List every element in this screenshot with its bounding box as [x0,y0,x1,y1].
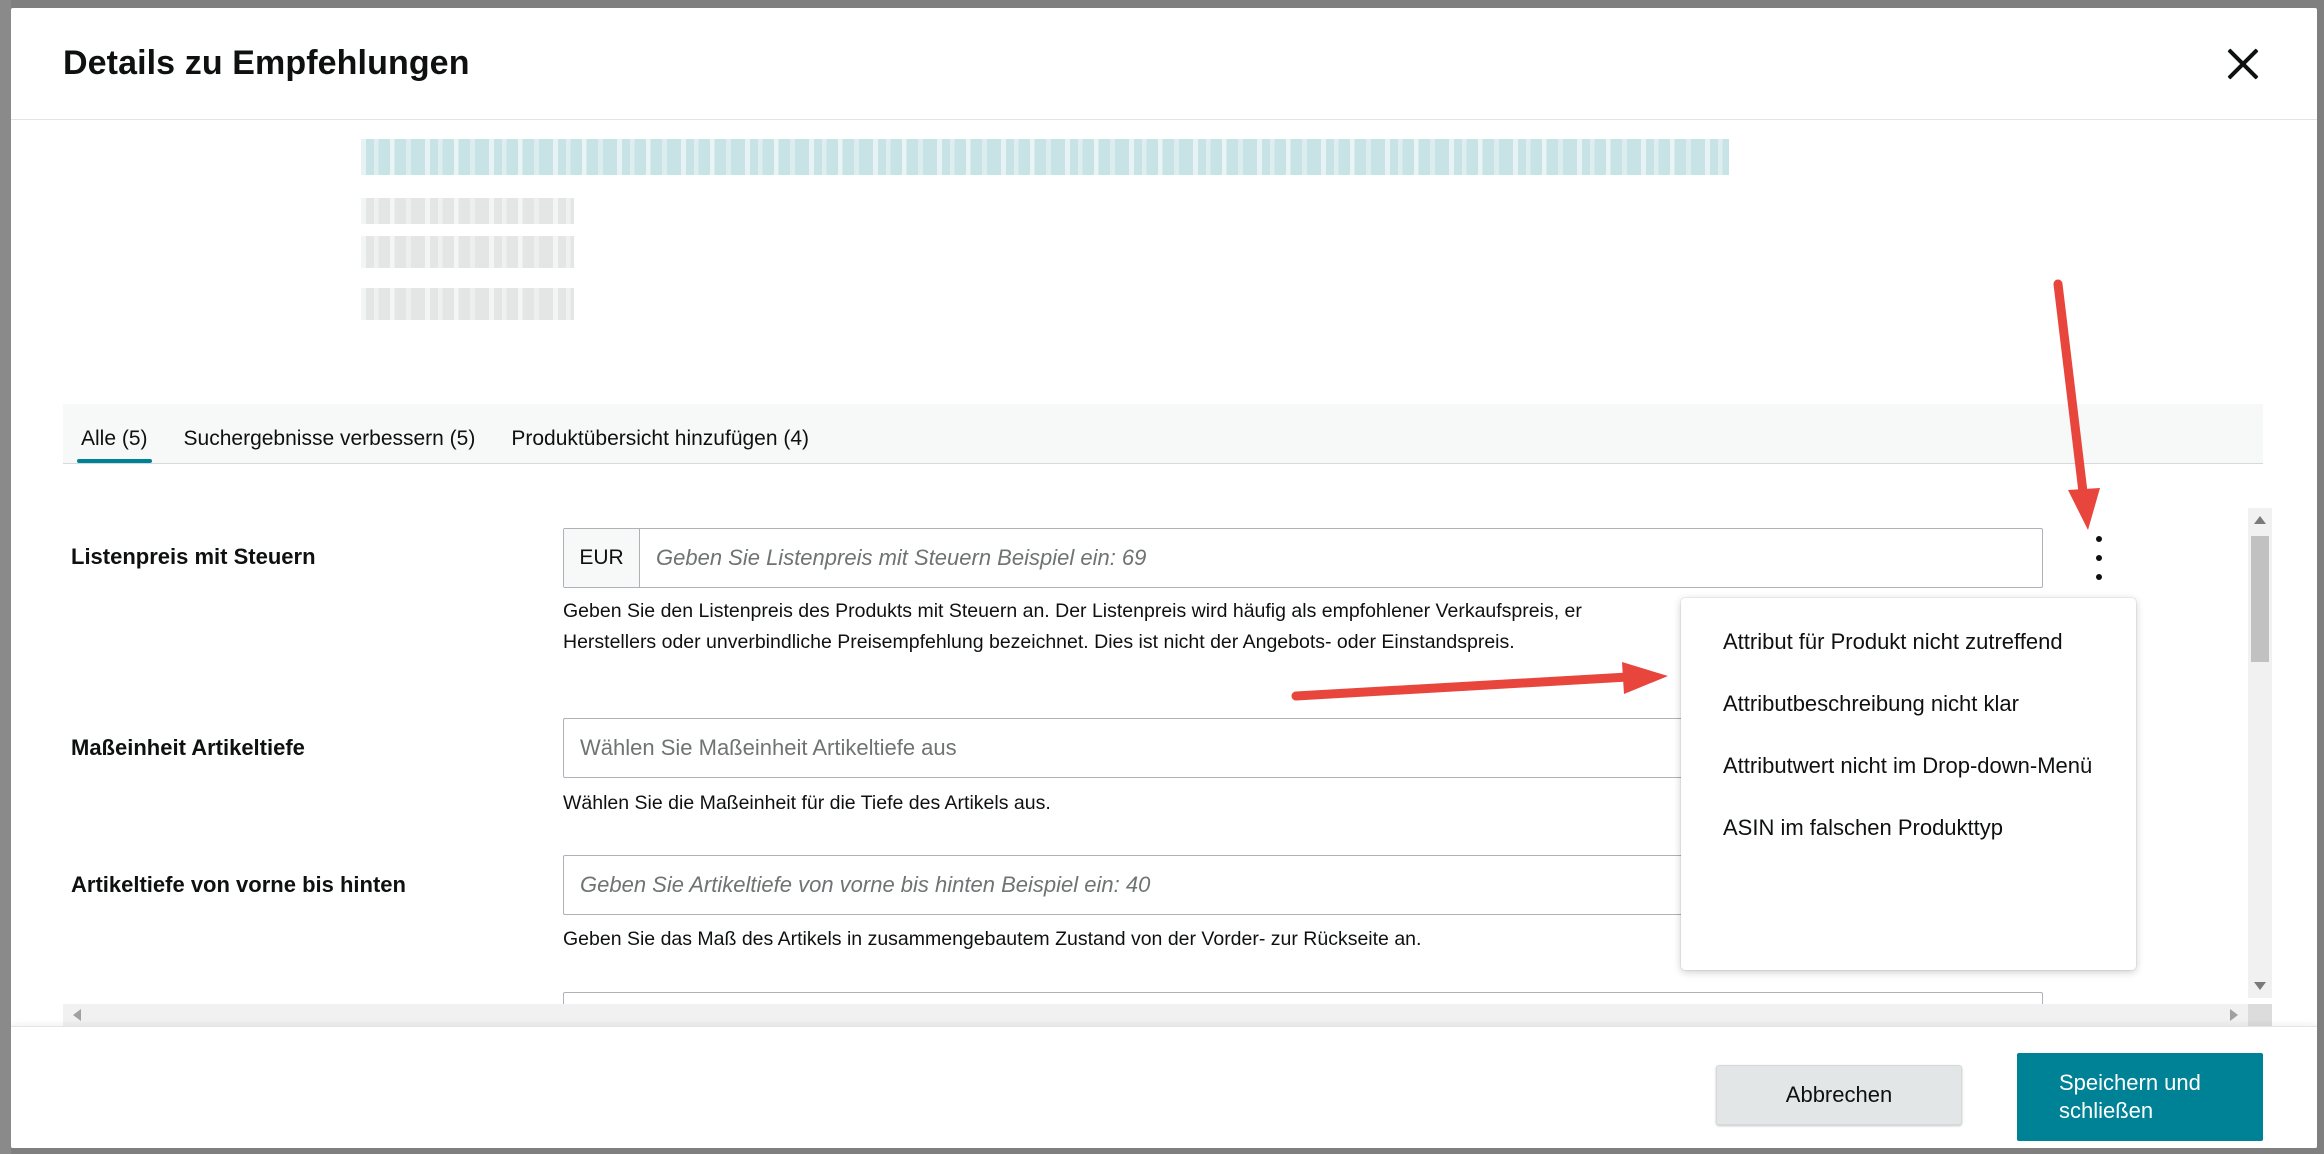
list-price-label: Listenpreis mit Steuern [71,544,316,569]
scrollbar-corner [2248,1004,2272,1026]
scroll-thumb[interactable] [2251,536,2269,662]
depth-unit-placeholder: Wählen Sie Maßeinheit Artikeltiefe aus [580,735,957,760]
menu-item-description-unclear[interactable]: Attributbeschreibung nicht klar [1681,678,2136,730]
scroll-down-icon[interactable] [2254,982,2266,990]
vertical-scrollbar[interactable] [2248,508,2272,998]
scroll-right-icon[interactable] [2230,1009,2238,1021]
currency-addon: EUR [564,529,640,587]
tab-bar: Alle (5) Suchergebnisse verbessern (5) P… [63,404,2263,464]
menu-item-value-missing[interactable]: Attributwert nicht im Drop-down-Menü [1681,740,2136,792]
blurred-product-detail [361,198,574,224]
depth-label: Artikeltiefe von vorne bis hinten [71,872,406,897]
depth-placeholder: Geben Sie Artikeltiefe von vorne bis hin… [580,872,1151,897]
tab-add-product-overview[interactable]: Produktübersicht hinzufügen (4) [507,427,813,463]
blurred-product-detail [361,236,574,268]
list-price-help: Geben Sie den Listenpreis des Produkts m… [563,596,1863,658]
modal-footer: Abbrechen Speichern und schließen [11,1026,2317,1148]
blurred-product-title [361,139,1729,175]
more-options-icon[interactable] [2089,536,2109,580]
scroll-up-icon[interactable] [2254,516,2266,524]
list-price-input[interactable]: EUR Geben Sie Listenpreis mit Steuern Be… [563,528,2043,588]
modal-title: Details zu Empfehlungen [63,44,470,82]
horizontal-scrollbar[interactable] [63,1004,2272,1026]
tab-improve-search[interactable]: Suchergebnisse verbessern (5) [180,427,480,463]
menu-item-not-applicable[interactable]: Attribut für Produkt nicht zutreffend [1681,616,2136,668]
list-price-help-line: Herstellers oder unverbindliche Preisemp… [563,631,1515,653]
page-backdrop [0,0,11,1154]
feedback-menu: Attribut für Produkt nicht zutreffend At… [1681,598,2136,970]
depth-help: Geben Sie das Maß des Artikels in zusamm… [563,928,1422,950]
blurred-product-detail [361,288,574,320]
close-icon[interactable] [2221,42,2265,86]
depth-unit-label: Maßeinheit Artikeltiefe [71,735,305,760]
scroll-left-icon[interactable] [73,1009,81,1021]
recommendation-details-modal: Details zu Empfehlungen Alle (5) Sucherg… [11,8,2317,1148]
menu-item-wrong-product-type[interactable]: ASIN im falschen Produkttyp [1681,802,2136,854]
modal-header: Details zu Empfehlungen [11,8,2317,120]
cancel-button[interactable]: Abbrechen [1716,1065,1962,1125]
list-price-placeholder: Geben Sie Listenpreis mit Steuern Beispi… [656,545,1147,570]
tab-all[interactable]: Alle (5) [77,427,152,463]
list-price-help-line: Geben Sie den Listenpreis des Produkts m… [563,600,1582,622]
save-and-close-button[interactable]: Speichern und schließen [2017,1053,2263,1141]
depth-unit-help: Wählen Sie die Maßeinheit für die Tiefe … [563,792,1051,814]
